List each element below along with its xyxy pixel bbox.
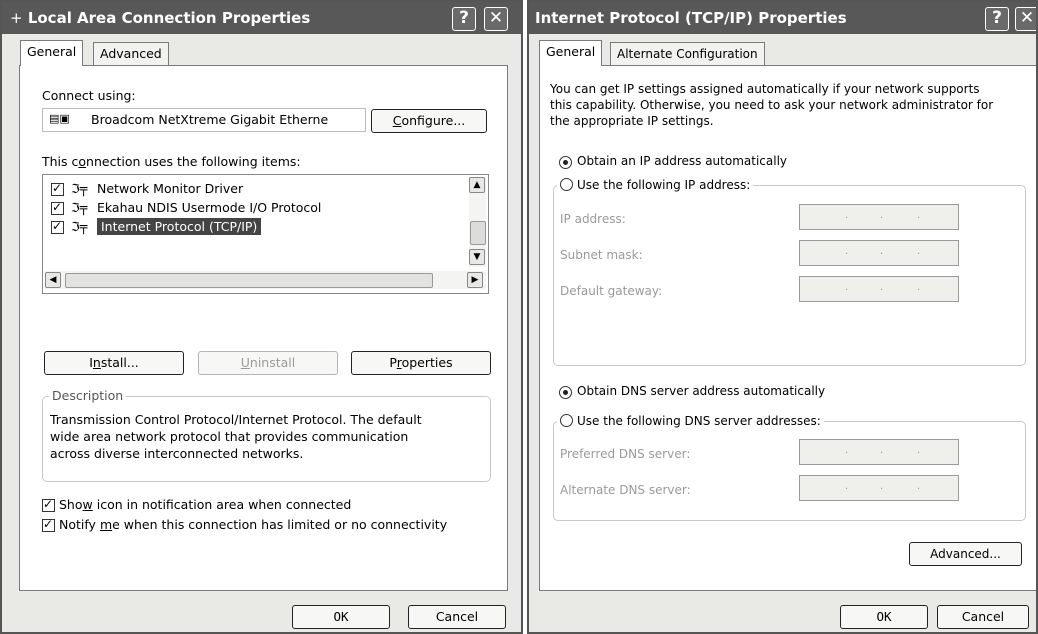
alternate-dns-field: ... [799, 475, 959, 501]
tab-general[interactable]: General [20, 40, 84, 66]
show-icon-label[interactable]: Show icon in notification area when conn… [59, 497, 351, 512]
items-label: This connection uses the following items… [42, 154, 301, 169]
advanced-button[interactable]: Advanced... [909, 542, 1022, 566]
gateway-label: Default gateway: [560, 284, 663, 298]
connect-using-label: Connect using: [42, 88, 136, 103]
default-gateway-field: ... [799, 276, 959, 302]
items-list: ℑ╤ Network Monitor Driver ℑ╤ Ekahau NDIS… [42, 174, 489, 294]
intro-line-1: You can get IP settings assigned automat… [550, 82, 980, 96]
static-ip-group: Use the following IP address: IP address… [553, 176, 1026, 366]
uninstall-button: Uninstall [198, 351, 338, 375]
notify-label[interactable]: Notify me when this connection has limit… [59, 517, 447, 532]
tab-alternate-configuration[interactable]: Alternate Configuration [610, 42, 765, 65]
scroll-right-icon[interactable]: ▶ [467, 272, 483, 288]
use-ip-legend[interactable]: Use the following IP address: [557, 176, 754, 192]
protocol-icon: ℑ╤ [71, 200, 88, 215]
item-label: Ekahau NDIS Usermode I/O Protocol [97, 200, 322, 215]
adapter-name: Broadcom NetXtreme Gigabit Etherne [91, 112, 329, 127]
properties-button[interactable]: Properties [351, 351, 491, 375]
static-dns-group: Use the following DNS server addresses: … [553, 412, 1026, 521]
cancel-button[interactable]: Cancel [937, 605, 1029, 629]
horizontal-scrollbar[interactable]: ◀ ▶ [45, 271, 486, 289]
protocol-icon: ℑ╤ [71, 181, 88, 196]
scroll-left-icon[interactable]: ◀ [45, 272, 61, 288]
obtain-ip-label[interactable]: Obtain an IP address automatically [577, 154, 787, 168]
dialog-title: + Local Area Connection Properties [10, 9, 311, 27]
obtain-dns-radio[interactable] [559, 386, 572, 399]
description-line-1: Transmission Control Protocol/Internet P… [50, 412, 422, 427]
close-button[interactable]: ✕ [484, 7, 508, 31]
cancel-button[interactable]: Cancel [408, 605, 506, 629]
dialog-title: Internet Protocol (TCP/IP) Properties [535, 9, 847, 27]
alternate-dns-label: Alternate DNS server: [560, 483, 691, 497]
list-item[interactable]: ℑ╤ Internet Protocol (TCP/IP) [51, 218, 451, 237]
adapter-box: ▤▣ Broadcom NetXtreme Gigabit Etherne [42, 108, 366, 132]
local-area-connection-dialog: + Local Area Connection Properties ? ✕ G… [0, 0, 523, 634]
item-checkbox[interactable] [51, 200, 64, 215]
intro-line-3: the appropriate IP settings. [550, 114, 714, 128]
use-dns-legend[interactable]: Use the following DNS server addresses: [557, 412, 824, 428]
description-line-3: across diverse interconnected networks. [50, 446, 304, 461]
item-label: Network Monitor Driver [97, 181, 244, 196]
scroll-thumb-horizontal[interactable] [65, 273, 433, 288]
ok-button[interactable]: OK [292, 605, 390, 629]
intro-line-2: this capability. Otherwise, you need to … [550, 98, 994, 112]
protocol-icon: ℑ╤ [71, 219, 88, 234]
tcpip-properties-dialog: Internet Protocol (TCP/IP) Properties ? … [527, 0, 1038, 634]
scroll-thumb[interactable] [470, 221, 486, 245]
vertical-scrollbar[interactable]: ▲ ▼ [469, 177, 486, 267]
close-button[interactable]: ✕ [1015, 7, 1036, 31]
obtain-ip-radio[interactable] [559, 156, 572, 169]
ok-button[interactable]: OK [840, 605, 928, 629]
description-line-2: wide area network protocol that provides… [50, 429, 409, 444]
help-button[interactable]: ? [985, 7, 1009, 31]
show-icon-checkbox[interactable] [42, 497, 55, 512]
configure-button[interactable]: Configure... [371, 109, 487, 133]
general-panel: Connect using: ▤▣ Broadcom NetXtreme Gig… [19, 65, 508, 591]
description-group: Description Transmission Control Protoco… [42, 388, 491, 482]
description-legend: Description [49, 388, 127, 403]
notify-checkbox[interactable] [42, 517, 55, 532]
scroll-up-icon[interactable]: ▲ [469, 177, 485, 193]
help-button[interactable]: ? [452, 7, 476, 31]
network-adapter-icon: ▤▣ [49, 112, 70, 125]
network-icon: + [10, 9, 23, 27]
item-label-selected: Internet Protocol (TCP/IP) [97, 218, 262, 235]
obtain-dns-label[interactable]: Obtain DNS server address automatically [577, 384, 825, 398]
subnet-mask-field: ... [799, 240, 959, 266]
list-item[interactable]: ℑ╤ Ekahau NDIS Usermode I/O Protocol [51, 200, 451, 218]
ip-address-label: IP address: [560, 212, 626, 226]
tab-general[interactable]: General [539, 40, 603, 66]
general-panel: You can get IP settings assigned automat… [539, 65, 1036, 591]
subnet-label: Subnet mask: [560, 248, 643, 262]
title-bar: + Local Area Connection Properties ? ✕ [2, 2, 521, 34]
list-item[interactable]: ℑ╤ Network Monitor Driver [51, 181, 451, 199]
ip-address-field: ... [799, 204, 959, 230]
preferred-dns-field: ... [799, 439, 959, 465]
use-dns-radio[interactable] [560, 414, 573, 427]
install-button[interactable]: Install... [44, 351, 184, 375]
item-checkbox[interactable] [51, 181, 64, 196]
use-ip-radio[interactable] [560, 178, 573, 191]
preferred-dns-label: Preferred DNS server: [560, 447, 691, 461]
scroll-down-icon[interactable]: ▼ [469, 249, 485, 265]
tab-advanced[interactable]: Advanced [93, 42, 169, 65]
item-checkbox[interactable] [51, 219, 64, 234]
title-bar: Internet Protocol (TCP/IP) Properties ? … [529, 2, 1036, 34]
